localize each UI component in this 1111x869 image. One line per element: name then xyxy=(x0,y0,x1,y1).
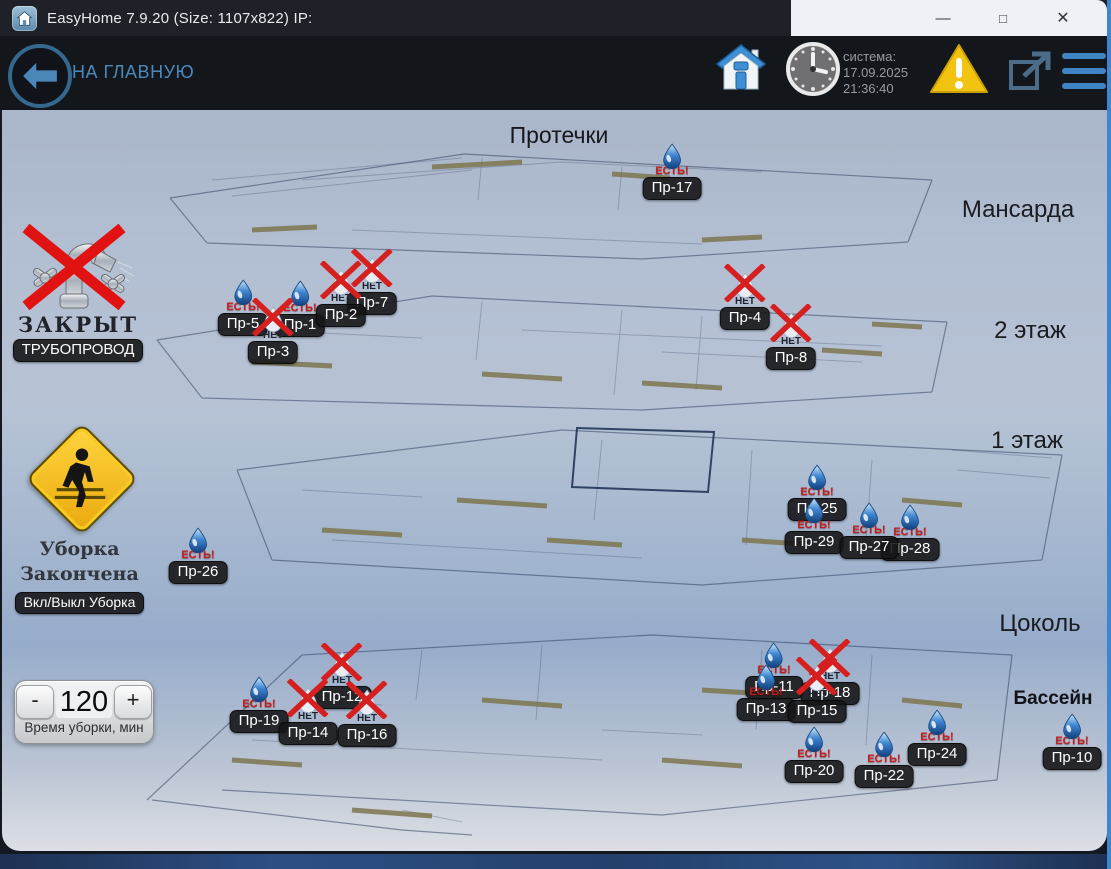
sensor-label: Пр-20 xyxy=(785,760,844,783)
leak-sensor[interactable]: ЕСТЬ! Пр-22 xyxy=(855,730,914,788)
leak-sensor[interactable]: НЕТ Пр-8 xyxy=(766,311,816,370)
leak-sensor[interactable]: ЕСТЬ! Пр-26 xyxy=(169,526,228,584)
leak-sensor[interactable]: НЕТ Пр-4 xyxy=(720,271,770,330)
sensor-label: Пр-15 xyxy=(788,700,847,723)
clock-icon xyxy=(786,42,840,96)
sensor-label: Пр-27 xyxy=(840,536,899,559)
timer-decrease-button[interactable]: - xyxy=(16,685,54,719)
cleaning-status: Уборка Закончена xyxy=(12,537,147,586)
sensor-label: Пр-2 xyxy=(316,304,366,327)
water-drop-icon xyxy=(246,675,273,703)
timer-increase-button[interactable]: + xyxy=(114,685,152,719)
titlebar: EasyHome 7.9.20 (Size: 1107x822) IP: — □… xyxy=(0,0,1107,36)
main-canvas: Протечки Мансарда 2 этаж 1 этаж Цоколь Бассе… xyxy=(2,110,1107,851)
water-drop-icon xyxy=(804,463,831,491)
page-title: Протечки xyxy=(510,122,609,149)
pipeline-widget: ЗАКРЫТ ТРУБОПРОВОД xyxy=(8,222,148,362)
floor-label: Бассейн xyxy=(1013,688,1092,710)
home-icon[interactable] xyxy=(716,44,766,90)
floor-label: 1 этаж xyxy=(991,427,1063,455)
cross-icon xyxy=(346,681,388,719)
header: НА ГЛАВНУЮ система: 17.09.2025 21:36:40 xyxy=(0,36,1107,110)
cross-icon xyxy=(770,304,812,342)
leak-sensor[interactable]: НЕТ Пр-3 xyxy=(248,305,298,364)
cross-icon xyxy=(724,264,766,302)
leak-sensor[interactable]: ЕСТЬ! Пр-20 xyxy=(785,725,844,783)
cleaning-widget: Уборка Закончена Вкл/Выкл Уборка xyxy=(12,425,147,614)
water-drop-icon xyxy=(897,503,924,531)
water-drop-icon xyxy=(801,496,828,524)
red-cross-icon xyxy=(18,222,138,314)
sensor-label: Пр-17 xyxy=(643,177,702,200)
floor-label: 2 этаж xyxy=(994,317,1066,345)
pipeline-button[interactable]: ТРУБОПРОВОД xyxy=(13,339,144,362)
menu-icon[interactable] xyxy=(1062,51,1106,91)
sensor-label: Пр-4 xyxy=(720,307,770,330)
water-drop-icon xyxy=(185,526,212,554)
leak-sensor[interactable]: ЕСТЬ! Пр-13 xyxy=(737,663,796,721)
sensor-label: Пр-13 xyxy=(737,698,796,721)
app-window: EasyHome 7.9.20 (Size: 1107x822) IP: — □… xyxy=(0,0,1111,869)
popout-icon[interactable] xyxy=(1008,48,1054,92)
warning-icon[interactable] xyxy=(928,42,990,96)
sensor-label: Пр-22 xyxy=(855,765,914,788)
sensor-label: Пр-14 xyxy=(279,722,338,745)
back-label[interactable]: НА ГЛАВНУЮ xyxy=(72,62,194,83)
sensor-label: Пр-10 xyxy=(1043,747,1102,770)
water-drop-icon xyxy=(1059,712,1086,740)
water-drop-icon xyxy=(659,142,686,170)
sensor-label: Пр-26 xyxy=(169,561,228,584)
water-drop-icon xyxy=(924,708,951,736)
cleaning-toggle-button[interactable]: Вкл/Выкл Уборка xyxy=(15,592,145,614)
sensor-label: Пр-29 xyxy=(785,531,844,554)
minimize-button[interactable]: — xyxy=(913,3,973,33)
window-title: EasyHome 7.9.20 (Size: 1107x822) IP: xyxy=(47,10,312,27)
leak-sensor[interactable]: НЕТ Пр-14 xyxy=(279,686,338,745)
app-icon xyxy=(12,6,37,31)
bottom-strip xyxy=(0,854,1107,869)
leak-sensor[interactable]: ЕСТЬ! Пр-27 xyxy=(840,501,899,559)
leak-sensor[interactable]: ЕСТЬ! Пр-29 xyxy=(785,496,844,554)
sensor-label: Пр-24 xyxy=(908,743,967,766)
system-time: система: 17.09.2025 21:36:40 xyxy=(843,49,908,97)
water-drop-icon xyxy=(856,501,883,529)
water-drop-icon xyxy=(871,730,898,758)
back-arrow-icon xyxy=(21,61,59,91)
water-drop-icon xyxy=(753,663,780,691)
window-controls: — □ ✕ xyxy=(791,0,1107,36)
leak-sensor[interactable]: НЕТ Пр-16 xyxy=(338,688,397,747)
floor-label: Мансарда xyxy=(962,196,1074,224)
timer-value: 120 xyxy=(56,686,112,718)
maximize-button[interactable]: □ xyxy=(973,3,1033,33)
sensor-label: Пр-16 xyxy=(338,724,397,747)
cross-icon xyxy=(321,643,363,681)
cross-icon xyxy=(252,298,294,336)
close-button[interactable]: ✕ xyxy=(1033,3,1093,33)
leak-sensor[interactable]: НЕТ Пр-15 xyxy=(788,664,847,723)
pipeline-status: ЗАКРЫТ xyxy=(8,312,148,337)
leak-sensor[interactable]: ЕСТЬ! Пр-24 xyxy=(908,708,967,766)
leak-sensor[interactable]: НЕТ Пр-2 xyxy=(316,268,366,327)
leak-sensor[interactable]: ЕСТЬ! Пр-10 xyxy=(1043,712,1102,770)
water-drop-icon xyxy=(801,725,828,753)
timer-widget: - 120 + Время уборки, мин xyxy=(14,680,154,744)
cross-icon xyxy=(796,657,838,695)
cross-icon xyxy=(287,679,329,717)
cross-icon xyxy=(320,261,362,299)
crossing-sign-icon xyxy=(20,425,140,537)
leak-sensor[interactable]: ЕСТЬ! Пр-17 xyxy=(643,142,702,200)
back-button[interactable] xyxy=(8,44,72,108)
floor-label: Цоколь xyxy=(999,610,1080,638)
sensor-label: Пр-3 xyxy=(248,341,298,364)
sensor-label: Пр-8 xyxy=(766,347,816,370)
timer-label: Время уборки, мин xyxy=(15,720,153,735)
